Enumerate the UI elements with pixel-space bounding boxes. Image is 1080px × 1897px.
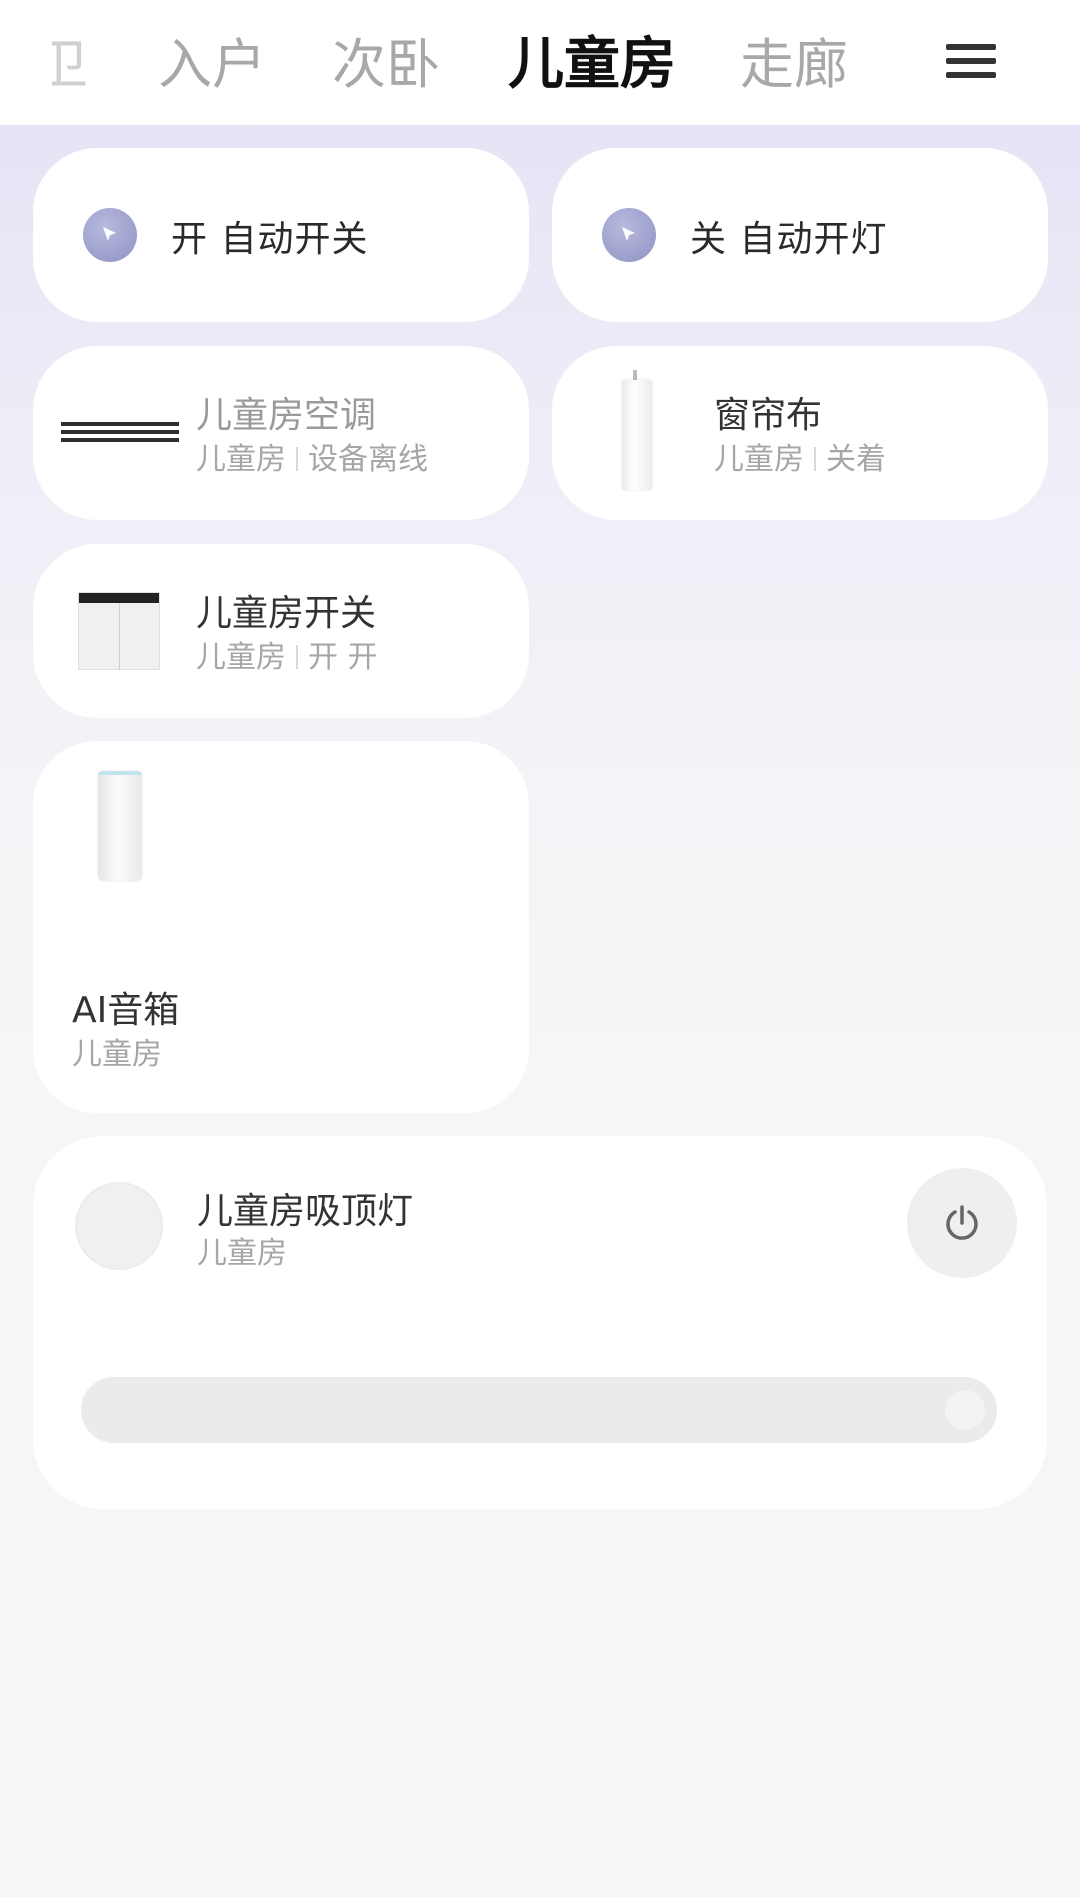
page: 卫 入户 次卧 儿童房 走廊 开 自动开关 关 自动开灯 儿童房空调 儿童房 设备…: [0, 0, 1080, 1897]
device-subtitle: 儿童房 设备离线: [196, 434, 428, 478]
cursor-arrow-icon: [602, 208, 656, 262]
tab-kids-room[interactable]: 儿童房: [508, 30, 676, 100]
device-card-switch[interactable]: 儿童房开关 儿童房开 开: [33, 544, 529, 718]
scene-auto-light-card[interactable]: 关 自动开灯: [552, 148, 1048, 322]
device-name: 儿童房吸顶灯: [197, 1191, 414, 1232]
power-button[interactable]: [907, 1168, 1017, 1278]
slider-handle[interactable]: [945, 1390, 985, 1430]
device-status: 开 开: [308, 640, 378, 675]
device-name: AI音箱: [72, 990, 180, 1031]
divider: [296, 447, 298, 471]
device-status: 关着: [826, 442, 886, 477]
tab-entrance[interactable]: 入户: [158, 30, 266, 100]
device-room: 儿童房: [714, 442, 804, 477]
air-conditioner-image: [61, 422, 179, 444]
tab-corridor[interactable]: 走廊: [740, 30, 848, 100]
ceiling-light-image: [75, 1182, 163, 1270]
tab-partial[interactable]: 卫: [52, 30, 90, 100]
wall-switch-image: [78, 592, 160, 670]
device-card-speaker[interactable]: AI音箱 儿童房: [33, 741, 529, 1113]
power-icon: [946, 1205, 978, 1240]
scene-auto-switch-card[interactable]: 开 自动开关: [33, 148, 529, 322]
device-room: 儿童房: [196, 640, 286, 675]
device-status: 设备离线: [308, 442, 428, 477]
device-name: 窗帘布: [714, 395, 823, 436]
divider: [814, 447, 816, 471]
curtain-motor-image: [622, 380, 652, 490]
device-card-curtain[interactable]: 窗帘布 儿童房 关着: [552, 346, 1048, 520]
hamburger-icon[interactable]: [946, 44, 996, 84]
room-tab-bar: 卫 入户 次卧 儿童房 走廊: [0, 0, 1080, 125]
smart-speaker-image: [98, 771, 142, 881]
tab-second-bedroom[interactable]: 次卧: [332, 30, 440, 100]
device-subtitle: 儿童房 关着: [714, 434, 886, 478]
device-room: 儿童房: [72, 1037, 162, 1072]
device-subtitle: 儿童房开 开: [196, 632, 378, 676]
brightness-slider[interactable]: [81, 1377, 997, 1443]
device-room: 儿童房: [197, 1236, 287, 1271]
divider: [296, 645, 298, 669]
scene-label: 开 自动开关: [171, 219, 369, 260]
device-name: 儿童房空调: [196, 395, 377, 436]
device-card-ceiling-light[interactable]: 儿童房吸顶灯 儿童房: [33, 1136, 1047, 1509]
cursor-arrow-icon: [83, 208, 137, 262]
device-name: 儿童房开关: [196, 593, 377, 634]
scene-label: 关 自动开灯: [690, 219, 888, 260]
device-card-ac[interactable]: 儿童房空调 儿童房 设备离线: [33, 346, 529, 520]
device-room: 儿童房: [196, 442, 286, 477]
